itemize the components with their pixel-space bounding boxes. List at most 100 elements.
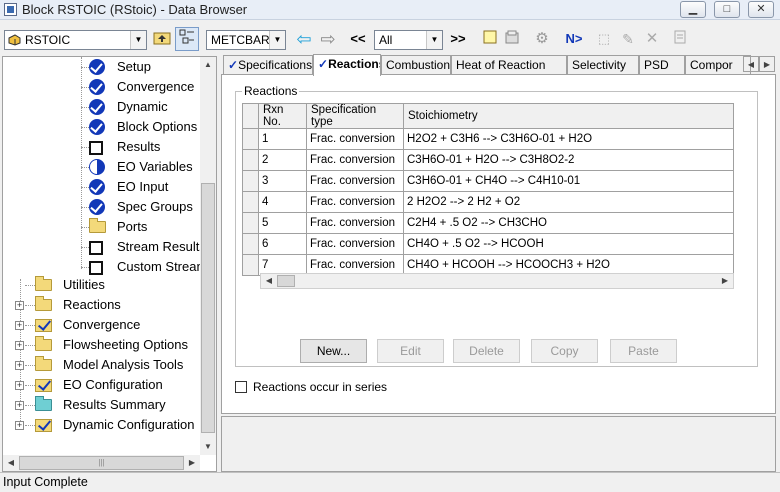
tree-item[interactable]: Results bbox=[3, 137, 201, 157]
paste-button[interactable]: Paste bbox=[610, 339, 677, 363]
restore-button[interactable]: □ bbox=[714, 1, 740, 18]
chevron-down-icon[interactable]: ▼ bbox=[130, 31, 146, 49]
back-arrow-icon[interactable]: ⇦ bbox=[294, 29, 314, 49]
tree-root-item[interactable]: + Dynamic Configuration bbox=[3, 415, 201, 435]
spec-type-cell[interactable]: Frac. conversion bbox=[306, 212, 404, 234]
spec-type-cell[interactable]: Frac. conversion bbox=[306, 128, 404, 150]
next-button[interactable]: >> bbox=[448, 29, 468, 49]
gear-icon[interactable]: ⚙ bbox=[532, 29, 552, 49]
rxn-no-cell[interactable]: 6 bbox=[258, 233, 307, 255]
stoichiometry-cell[interactable]: C3H6O-01 + H2O --> C3H8O2-2 bbox=[403, 149, 734, 171]
stoichiometry-cell[interactable]: CH4O + .5 O2 --> HCOOH bbox=[403, 233, 734, 255]
expand-plus-icon[interactable]: + bbox=[15, 321, 24, 330]
tab-6[interactable]: Compor bbox=[685, 55, 751, 75]
scroll-thumb[interactable] bbox=[201, 183, 215, 433]
scroll-down-icon[interactable]: ▼ bbox=[200, 439, 216, 455]
scroll-right-icon[interactable]: ▶ bbox=[717, 273, 733, 289]
tab-1[interactable]: ✓Reactions bbox=[313, 54, 381, 76]
row-selector[interactable] bbox=[242, 212, 259, 234]
row-selector[interactable] bbox=[242, 191, 259, 213]
row-selector[interactable] bbox=[242, 170, 259, 192]
prev-button[interactable]: << bbox=[348, 29, 368, 49]
reactions-in-series-checkbox[interactable] bbox=[235, 381, 247, 393]
tree-item[interactable]: Convergence bbox=[3, 77, 201, 97]
table-row[interactable]: 2 Frac. conversion C3H6O-01 + H2O --> C3H8… bbox=[242, 149, 734, 171]
rxn-no-cell[interactable]: 1 bbox=[258, 128, 307, 150]
table-row[interactable]: 3 Frac. conversion C3H6O-01 + CH4O --> C4H… bbox=[242, 170, 734, 192]
stoichiometry-cell[interactable]: C2H4 + .5 O2 --> CH3CHO bbox=[403, 212, 734, 234]
table-row[interactable]: 6 Frac. conversion CH4O + .5 O2 --> HCOOH bbox=[242, 233, 734, 255]
clear-icon[interactable]: ⬚ bbox=[594, 29, 614, 49]
scroll-thumb[interactable]: ||| bbox=[19, 456, 184, 470]
tree-item[interactable]: EO Input bbox=[3, 177, 201, 197]
tree-item[interactable]: Stream Results bbox=[3, 237, 201, 257]
expand-plus-icon[interactable]: + bbox=[15, 401, 24, 410]
scroll-left-icon[interactable]: ◀ bbox=[261, 273, 277, 289]
copy-button[interactable]: Copy bbox=[531, 339, 598, 363]
scroll-right-icon[interactable]: ▶ bbox=[184, 455, 200, 471]
tab-2[interactable]: Combustion bbox=[381, 55, 451, 75]
tree-root-item[interactable]: + Model Analysis Tools bbox=[3, 355, 201, 375]
tree-vertical-scrollbar[interactable]: ▲ ▼ bbox=[200, 57, 216, 455]
chevron-down-icon[interactable]: ▼ bbox=[269, 31, 285, 49]
library-icon[interactable] bbox=[502, 29, 522, 49]
rxn-no-cell[interactable]: 2 bbox=[258, 149, 307, 171]
tab-3[interactable]: Heat of Reaction bbox=[451, 55, 567, 75]
stoichiometry-cell[interactable]: C3H6O-01 + CH4O --> C4H10-01 bbox=[403, 170, 734, 192]
stoichiometry-cell[interactable]: H2O2 + C3H6 --> C3H6O-01 + H2O bbox=[403, 128, 734, 150]
expand-plus-icon[interactable]: + bbox=[15, 361, 24, 370]
rxn-no-cell[interactable]: 5 bbox=[258, 212, 307, 234]
delete-button[interactable]: Delete bbox=[453, 339, 520, 363]
row-selector[interactable] bbox=[242, 128, 259, 150]
tab-4[interactable]: Selectivity bbox=[567, 55, 639, 75]
tab-scroll-left-icon[interactable]: ◀ bbox=[743, 56, 759, 72]
table-row[interactable]: 4 Frac. conversion 2 H2O2 --> 2 H2 + O2 bbox=[242, 191, 734, 213]
spec-type-cell[interactable]: Frac. conversion bbox=[306, 233, 404, 255]
scroll-left-icon[interactable]: ◀ bbox=[3, 455, 19, 471]
tree-root-item[interactable]: + EO Configuration bbox=[3, 375, 201, 395]
tab-scroll-right-icon[interactable]: ▶ bbox=[759, 56, 775, 72]
tree-horizontal-scrollbar[interactable]: ◀ ||| ▶ bbox=[3, 455, 200, 471]
tab-0[interactable]: ✓Specifications bbox=[223, 55, 313, 75]
tab-5[interactable]: PSD bbox=[639, 55, 685, 75]
tree-root-item[interactable]: + Convergence bbox=[3, 315, 201, 335]
expand-plus-icon[interactable]: + bbox=[15, 341, 24, 350]
forward-arrow-icon[interactable]: ⇨ bbox=[318, 29, 338, 49]
up-folder-icon[interactable] bbox=[152, 29, 172, 49]
tree-item[interactable]: Custom Stream bbox=[3, 257, 201, 277]
stoichiometry-cell[interactable]: 2 H2O2 --> 2 H2 + O2 bbox=[403, 191, 734, 213]
notes-icon[interactable] bbox=[480, 29, 500, 49]
tree-item[interactable]: Block Options bbox=[3, 117, 201, 137]
navigation-tree[interactable]: Setup Convergence Dynamic Block Options Resu… bbox=[2, 56, 217, 472]
table-row[interactable]: 1 Frac. conversion H2O2 + C3H6 --> C3H6O-0… bbox=[242, 128, 734, 150]
tree-root-item[interactable]: Utilities bbox=[3, 275, 201, 295]
rxn-no-cell[interactable]: 4 bbox=[258, 191, 307, 213]
tree-item[interactable]: Ports bbox=[3, 217, 201, 237]
table-row[interactable]: 5 Frac. conversion C2H4 + .5 O2 --> CH3CHO bbox=[242, 212, 734, 234]
row-selector[interactable] bbox=[242, 149, 259, 171]
scroll-thumb[interactable] bbox=[277, 275, 295, 287]
scroll-up-icon[interactable]: ▲ bbox=[200, 57, 216, 73]
tree-root-item[interactable]: + Flowsheeting Options bbox=[3, 335, 201, 355]
expand-plus-icon[interactable]: + bbox=[15, 381, 24, 390]
table-horizontal-scrollbar[interactable]: ◀ ▶ bbox=[260, 273, 734, 289]
tree-item[interactable]: Spec Groups bbox=[3, 197, 201, 217]
units-combo[interactable]: METCBAR ▼ bbox=[206, 30, 286, 50]
block-combo[interactable]: RSTOIC ▼ bbox=[4, 30, 147, 50]
tree-view-toggle-icon[interactable] bbox=[175, 27, 199, 51]
delete-x-icon[interactable]: ✕ bbox=[642, 29, 662, 49]
spec-type-cell[interactable]: Frac. conversion bbox=[306, 170, 404, 192]
tree-root-item[interactable]: + Results Summary bbox=[3, 395, 201, 415]
close-button[interactable]: ✕ bbox=[748, 1, 774, 18]
new-button[interactable]: New... bbox=[300, 339, 367, 363]
report-icon[interactable] bbox=[670, 29, 690, 49]
expand-plus-icon[interactable]: + bbox=[15, 301, 24, 310]
tree-item[interactable]: Setup bbox=[3, 57, 201, 77]
tree-item[interactable]: Dynamic bbox=[3, 97, 201, 117]
minimize-button[interactable]: ▁ bbox=[680, 1, 706, 18]
rxn-no-cell[interactable]: 3 bbox=[258, 170, 307, 192]
tree-item[interactable]: EO Variables bbox=[3, 157, 201, 177]
row-selector[interactable] bbox=[242, 233, 259, 255]
filter-combo[interactable]: All ▼ bbox=[374, 30, 443, 50]
spec-type-cell[interactable]: Frac. conversion bbox=[306, 149, 404, 171]
